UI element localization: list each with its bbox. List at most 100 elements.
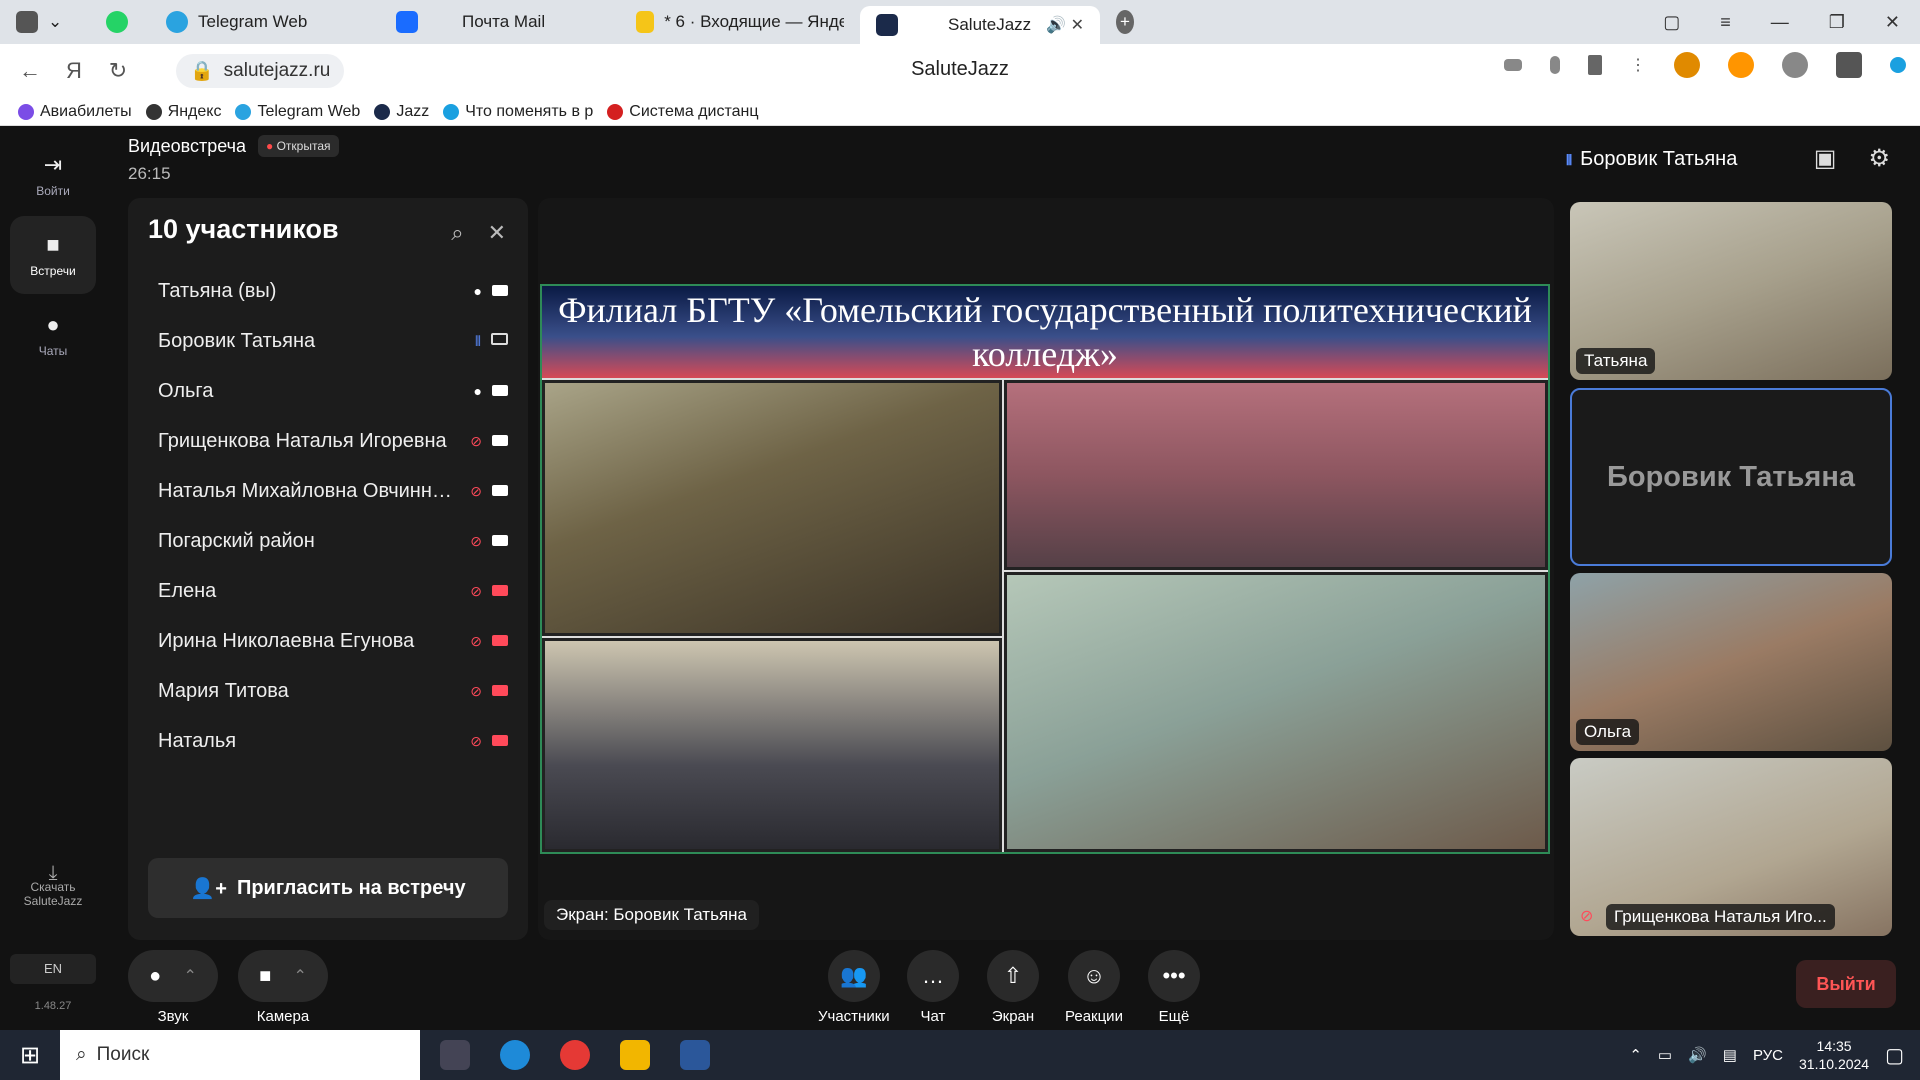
nav-chats[interactable]: ● Чаты (10, 296, 96, 374)
yandex-icon[interactable]: Я (52, 58, 96, 84)
download-app[interactable]: ⤓ Скачать SaluteJazz (10, 863, 96, 908)
participant-row[interactable]: Елена ⊘ (128, 566, 528, 616)
search-icon[interactable]: ⌕ (451, 220, 463, 246)
close-window-icon[interactable]: ✕ (1885, 12, 1900, 33)
task-view-icon[interactable] (440, 1040, 470, 1070)
translate-icon[interactable] (1836, 52, 1862, 78)
participant-row[interactable]: Ирина Николаевна Егунова ⊘ (128, 616, 528, 666)
whatsapp-tab[interactable] (90, 0, 150, 44)
sound-control[interactable]: ● ⌃ Звук (128, 950, 218, 1025)
meeting-controls: ● ⌃ Звук ■ ⌃ Камера 👥 Участники … Чат ⇧ Экран ☺… (0, 946, 1920, 1030)
camera-control[interactable]: ■ ⌃ Камера (238, 950, 328, 1025)
network-icon[interactable]: ▤ (1723, 1046, 1737, 1064)
jazz-icon (374, 103, 391, 120)
video-tile[interactable]: Ольга (1570, 573, 1892, 751)
menu-icon[interactable]: ≡ (1720, 12, 1731, 33)
globe-icon[interactable] (1782, 52, 1808, 78)
slide-photo (1004, 572, 1548, 852)
share-screen-icon: ⇧ (987, 950, 1039, 1002)
slide-photo (542, 638, 1002, 852)
reload-icon[interactable]: ↻ (96, 58, 140, 84)
control-label: Чат (920, 1008, 946, 1025)
restore-icon[interactable]: ❐ (1829, 12, 1845, 33)
bookmark-item[interactable]: Яндекс (145, 103, 221, 121)
tab-telegram[interactable]: Telegram Web (150, 0, 380, 44)
chevron-up-icon[interactable]: ⌃ (183, 966, 196, 986)
new-tab-button[interactable]: + (1100, 0, 1150, 44)
aviatickets-icon (18, 103, 34, 120)
tab-menu[interactable]: ⌄ (0, 0, 90, 44)
notifications-icon[interactable]: ▢ (1885, 1043, 1904, 1068)
bookmark-item[interactable]: Telegram Web (235, 103, 360, 121)
nav-meetings[interactable]: ■ Встречи (10, 216, 96, 294)
tab-mail[interactable]: Почта Mail (380, 0, 620, 44)
bookmark-icon[interactable] (1588, 55, 1602, 75)
participant-name: Ольга (158, 379, 214, 402)
leave-button[interactable]: Выйти (1796, 960, 1896, 1008)
camera-icon[interactable]: ■ (259, 965, 271, 988)
input-language[interactable]: РУС (1753, 1047, 1783, 1064)
word-icon[interactable] (680, 1040, 710, 1070)
chevron-up-icon[interactable]: ⌃ (293, 966, 306, 986)
participant-row[interactable]: Наталья Михайловна Овчинникова ⊘ (128, 466, 528, 516)
extension-shield-icon[interactable] (1674, 52, 1700, 78)
slide-header: Филиал БГТУ «Гомельский государственный … (542, 286, 1548, 378)
camera-off-icon (492, 634, 508, 646)
bookmark-item[interactable]: Авиабилеты (18, 103, 132, 121)
participant-row[interactable]: Боровик Татьяна ⦀ (128, 316, 528, 366)
extension-icon[interactable] (1728, 52, 1754, 78)
video-tile[interactable]: Грищенкова Наталья Иго... ⊘ (1570, 758, 1892, 936)
bookmark-item[interactable]: Jazz (374, 103, 429, 121)
close-icon[interactable]: ✕ (488, 220, 506, 246)
collections-icon[interactable]: ▢ (1663, 12, 1680, 33)
edge-icon[interactable] (500, 1040, 530, 1070)
video-tile-avatar[interactable]: Боровик Татьяна (1570, 388, 1892, 566)
participant-row[interactable]: Погарский район ⊘ (128, 516, 528, 566)
volume-icon[interactable]: 🔊 (1688, 1046, 1707, 1064)
taskbar-search[interactable]: ⌕ Поиск (60, 1030, 420, 1080)
clock[interactable]: 14:35 31.10.2024 (1799, 1037, 1869, 1073)
back-icon[interactable]: ← (8, 58, 52, 84)
participants-button[interactable]: 👥 Участники (818, 950, 890, 1025)
mail-icon (396, 11, 418, 33)
layout-icon[interactable]: ▣ (1814, 144, 1837, 173)
camera-on-icon (492, 285, 508, 296)
mic-permission-icon[interactable] (1550, 56, 1560, 74)
screen-share-stage[interactable]: Филиал БГТУ «Гомельский государственный … (538, 198, 1554, 940)
invite-button[interactable]: 👤+ Пригласить на встречу (148, 858, 508, 918)
minimize-icon[interactable]: — (1771, 12, 1789, 33)
participant-name: Елена (158, 579, 217, 602)
participant-name: Ирина Николаевна Егунова (158, 629, 415, 652)
windows-start-icon[interactable]: ⊞ (0, 1041, 60, 1070)
participant-row[interactable]: Наталья ⊘ (128, 716, 528, 766)
participant-row[interactable]: Татьяна (вы) ● (128, 266, 528, 316)
bookmark-label: Авиабилеты (40, 102, 132, 120)
tab-salutejazz[interactable]: SaluteJazz 🔊 ✕ (860, 6, 1100, 44)
mic-icon[interactable]: ● (149, 965, 161, 988)
url-field[interactable]: 🔒 salutejazz.ru (176, 54, 345, 88)
whatsapp-icon (106, 11, 128, 33)
bookmark-item[interactable]: Что поменять в р (443, 103, 593, 121)
battery-icon[interactable]: ▭ (1658, 1046, 1672, 1064)
participant-row[interactable]: Ольга ● (128, 366, 528, 416)
participant-row[interactable]: Мария Титова ⊘ (128, 666, 528, 716)
downloads-icon[interactable] (1890, 57, 1906, 73)
chat-button[interactable]: … Чат (907, 950, 959, 1025)
more-button[interactable]: ••• Ещё (1148, 950, 1200, 1025)
file-explorer-icon[interactable] (620, 1040, 650, 1070)
participant-row[interactable]: Грищенкова Наталья Игоревна ⊘ (128, 416, 528, 466)
bookmark-item[interactable]: Система дистанц (607, 103, 759, 121)
video-tile[interactable]: Татьяна (1570, 202, 1892, 380)
left-nav: ⇥ Войти ■ Встречи ● Чаты ⤓ Скачать SaluteJaz… (0, 126, 106, 1030)
tab-yandex-mail[interactable]: * 6 · Входящие — Яндекс П (620, 0, 860, 44)
participants-actions: ⌕ ✕ (451, 220, 506, 246)
yandex-browser-icon[interactable] (560, 1040, 590, 1070)
chevron-up-icon[interactable]: ⌃ (1629, 1046, 1642, 1064)
gear-icon[interactable]: ⚙ (1868, 144, 1890, 173)
nav-login[interactable]: ⇥ Войти (10, 136, 96, 214)
camera-permission-icon[interactable] (1504, 59, 1522, 71)
close-tab-icon[interactable]: 🔊 ✕ (1046, 15, 1084, 35)
reactions-button[interactable]: ☺ Реакции (1065, 950, 1123, 1025)
screen-button[interactable]: ⇧ Экран (987, 950, 1039, 1025)
more-icon[interactable]: ⋮ (1630, 55, 1646, 75)
